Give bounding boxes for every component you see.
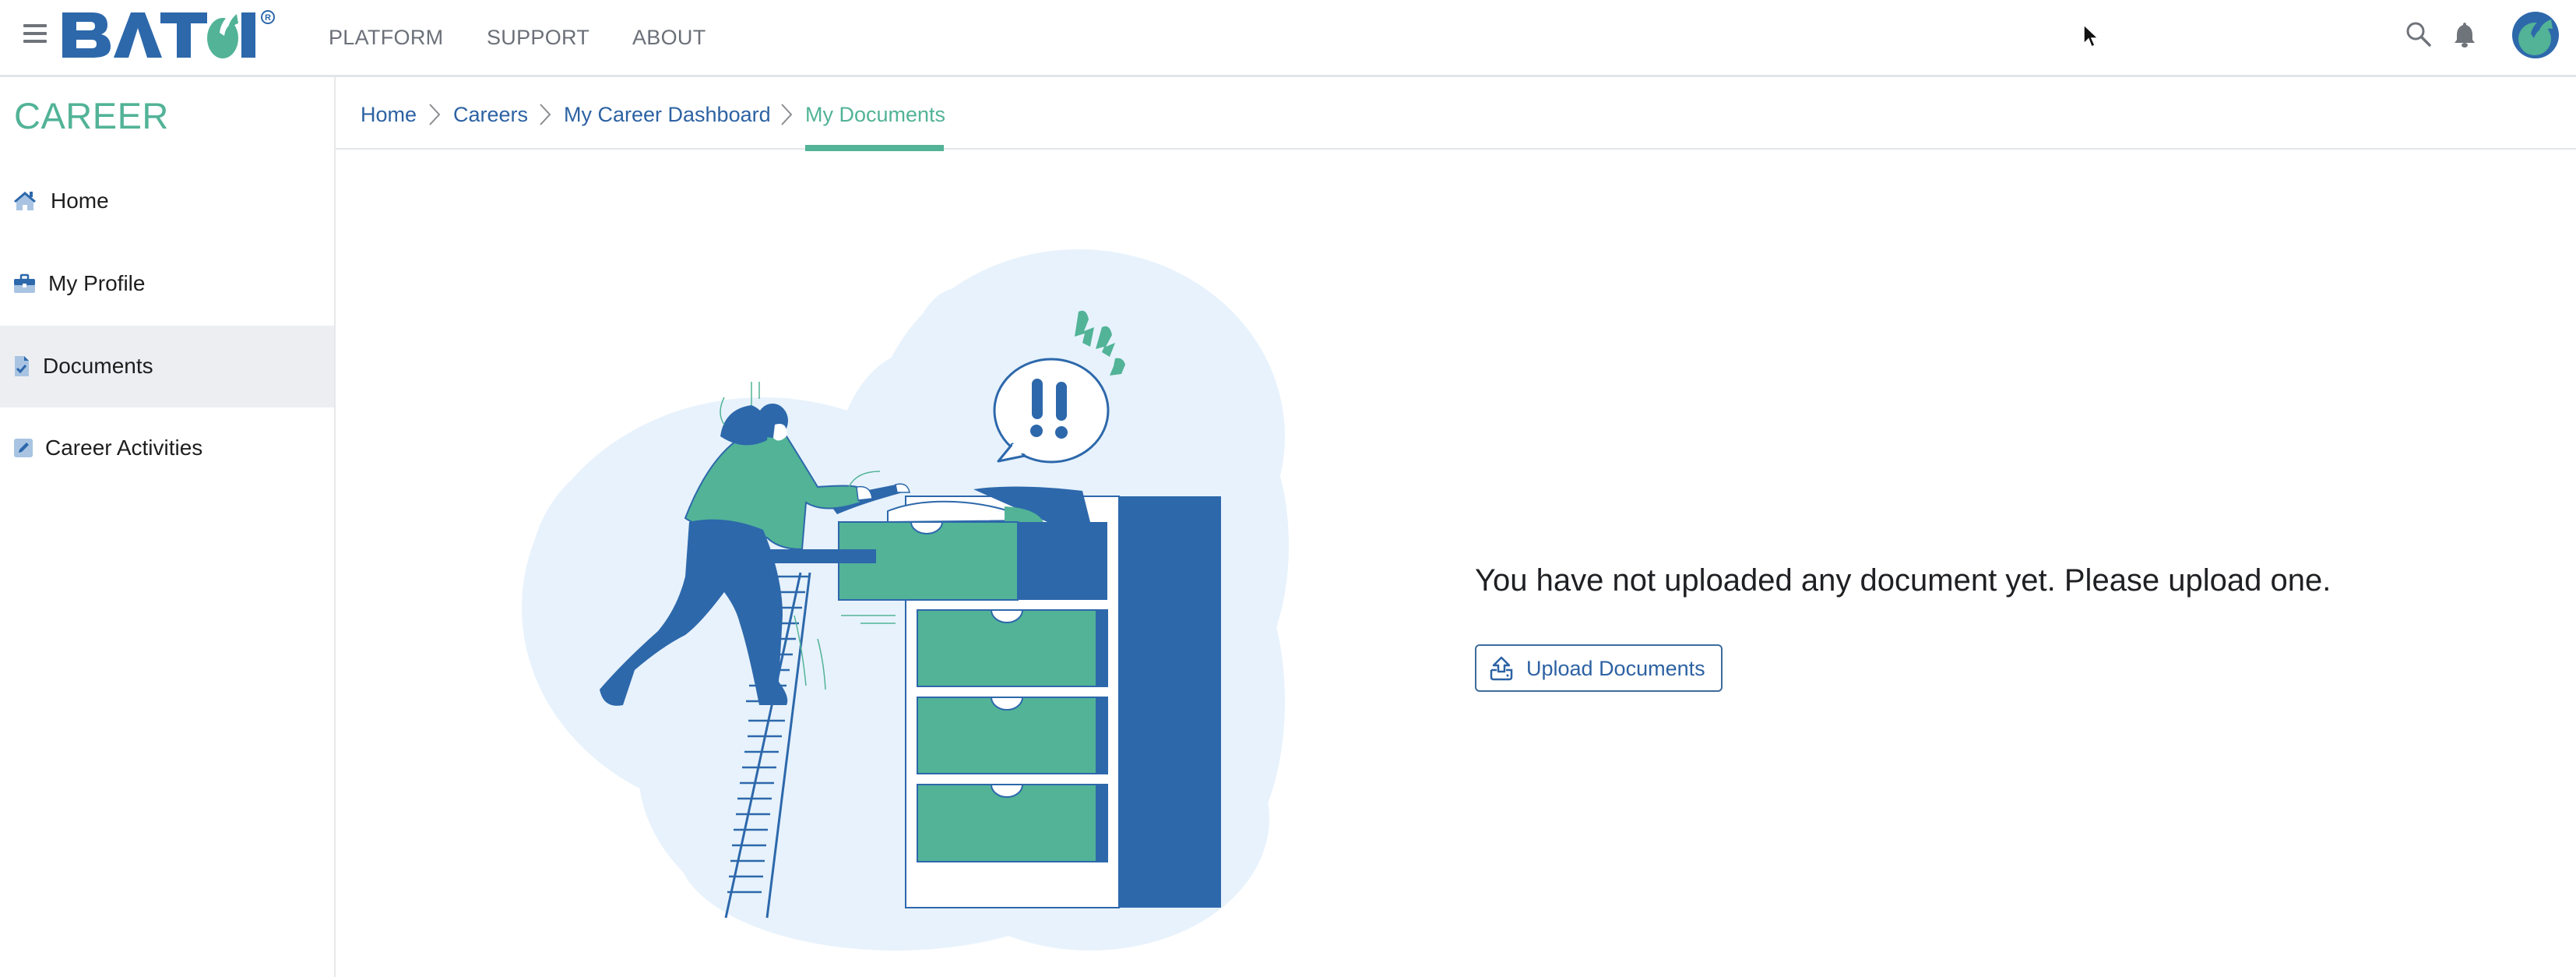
empty-state-message: You have not uploaded any document yet. … <box>1475 563 2331 598</box>
chevron-right-icon <box>781 104 793 125</box>
sidebar-title: CAREER <box>14 95 169 136</box>
top-header: R PLATFORM SUPPORT ABOUT <box>0 0 2576 77</box>
open-drawer <box>838 486 1107 601</box>
breadcrumb: Home Careers My Career Dashboard My Docu… <box>336 77 2576 151</box>
sidebar-item-my-profile[interactable]: My Profile <box>0 243 334 325</box>
sidebar-item-documents[interactable]: Documents <box>0 326 334 407</box>
nav-about[interactable]: ABOUT <box>632 22 706 53</box>
sidebar: CAREER Home My Profile Documents Career … <box>0 77 336 977</box>
search-icon[interactable] <box>2405 21 2432 48</box>
avatar-logo-icon <box>2518 16 2553 55</box>
cloud-background <box>522 249 1289 951</box>
sidebar-item-home[interactable]: Home <box>0 160 334 242</box>
ladder <box>724 572 811 919</box>
sidebar-item-label: Home <box>51 189 109 213</box>
home-icon <box>14 192 36 210</box>
menu-icon[interactable] <box>23 24 47 44</box>
chevron-right-icon <box>540 104 551 125</box>
cabinet-drawer <box>917 697 1108 774</box>
sidebar-item-label: Career Activities <box>45 436 203 460</box>
batoi-logo[interactable]: R <box>61 8 280 59</box>
bell-icon[interactable] <box>2453 21 2476 48</box>
sidebar-item-career-activities[interactable]: Career Activities <box>0 407 334 489</box>
breadcrumb-careers[interactable]: Careers <box>453 101 528 129</box>
briefcase-icon <box>14 273 35 293</box>
sidebar-item-label: Documents <box>43 354 153 378</box>
filing-cabinet <box>838 486 1221 908</box>
upload-documents-label: Upload Documents <box>1526 657 1705 680</box>
mouse-cursor-icon <box>2083 23 2099 48</box>
breadcrumb-my-career-dashboard[interactable]: My Career Dashboard <box>564 101 771 129</box>
cabinet-drawer <box>917 609 1108 687</box>
edit-icon <box>14 439 33 457</box>
speech-bubble <box>993 358 1110 464</box>
upload-documents-button[interactable]: Upload Documents <box>1475 644 1723 692</box>
breadcrumb-my-documents: My Documents <box>805 103 946 126</box>
upload-icon <box>1490 656 1513 681</box>
nav-support[interactable]: SUPPORT <box>487 22 589 53</box>
alert-bolts <box>1075 310 1125 376</box>
avatar[interactable] <box>2512 12 2559 58</box>
svg-text:R: R <box>265 13 271 23</box>
cabinet-drawer <box>917 784 1108 862</box>
active-breadcrumb-indicator <box>805 145 944 151</box>
nav-platform[interactable]: PLATFORM <box>329 22 443 53</box>
document-check-icon <box>15 356 29 376</box>
sidebar-item-label: My Profile <box>48 271 146 295</box>
breadcrumb-home[interactable]: Home <box>361 101 417 129</box>
chevron-right-icon <box>429 104 441 125</box>
person-figure <box>600 382 910 706</box>
